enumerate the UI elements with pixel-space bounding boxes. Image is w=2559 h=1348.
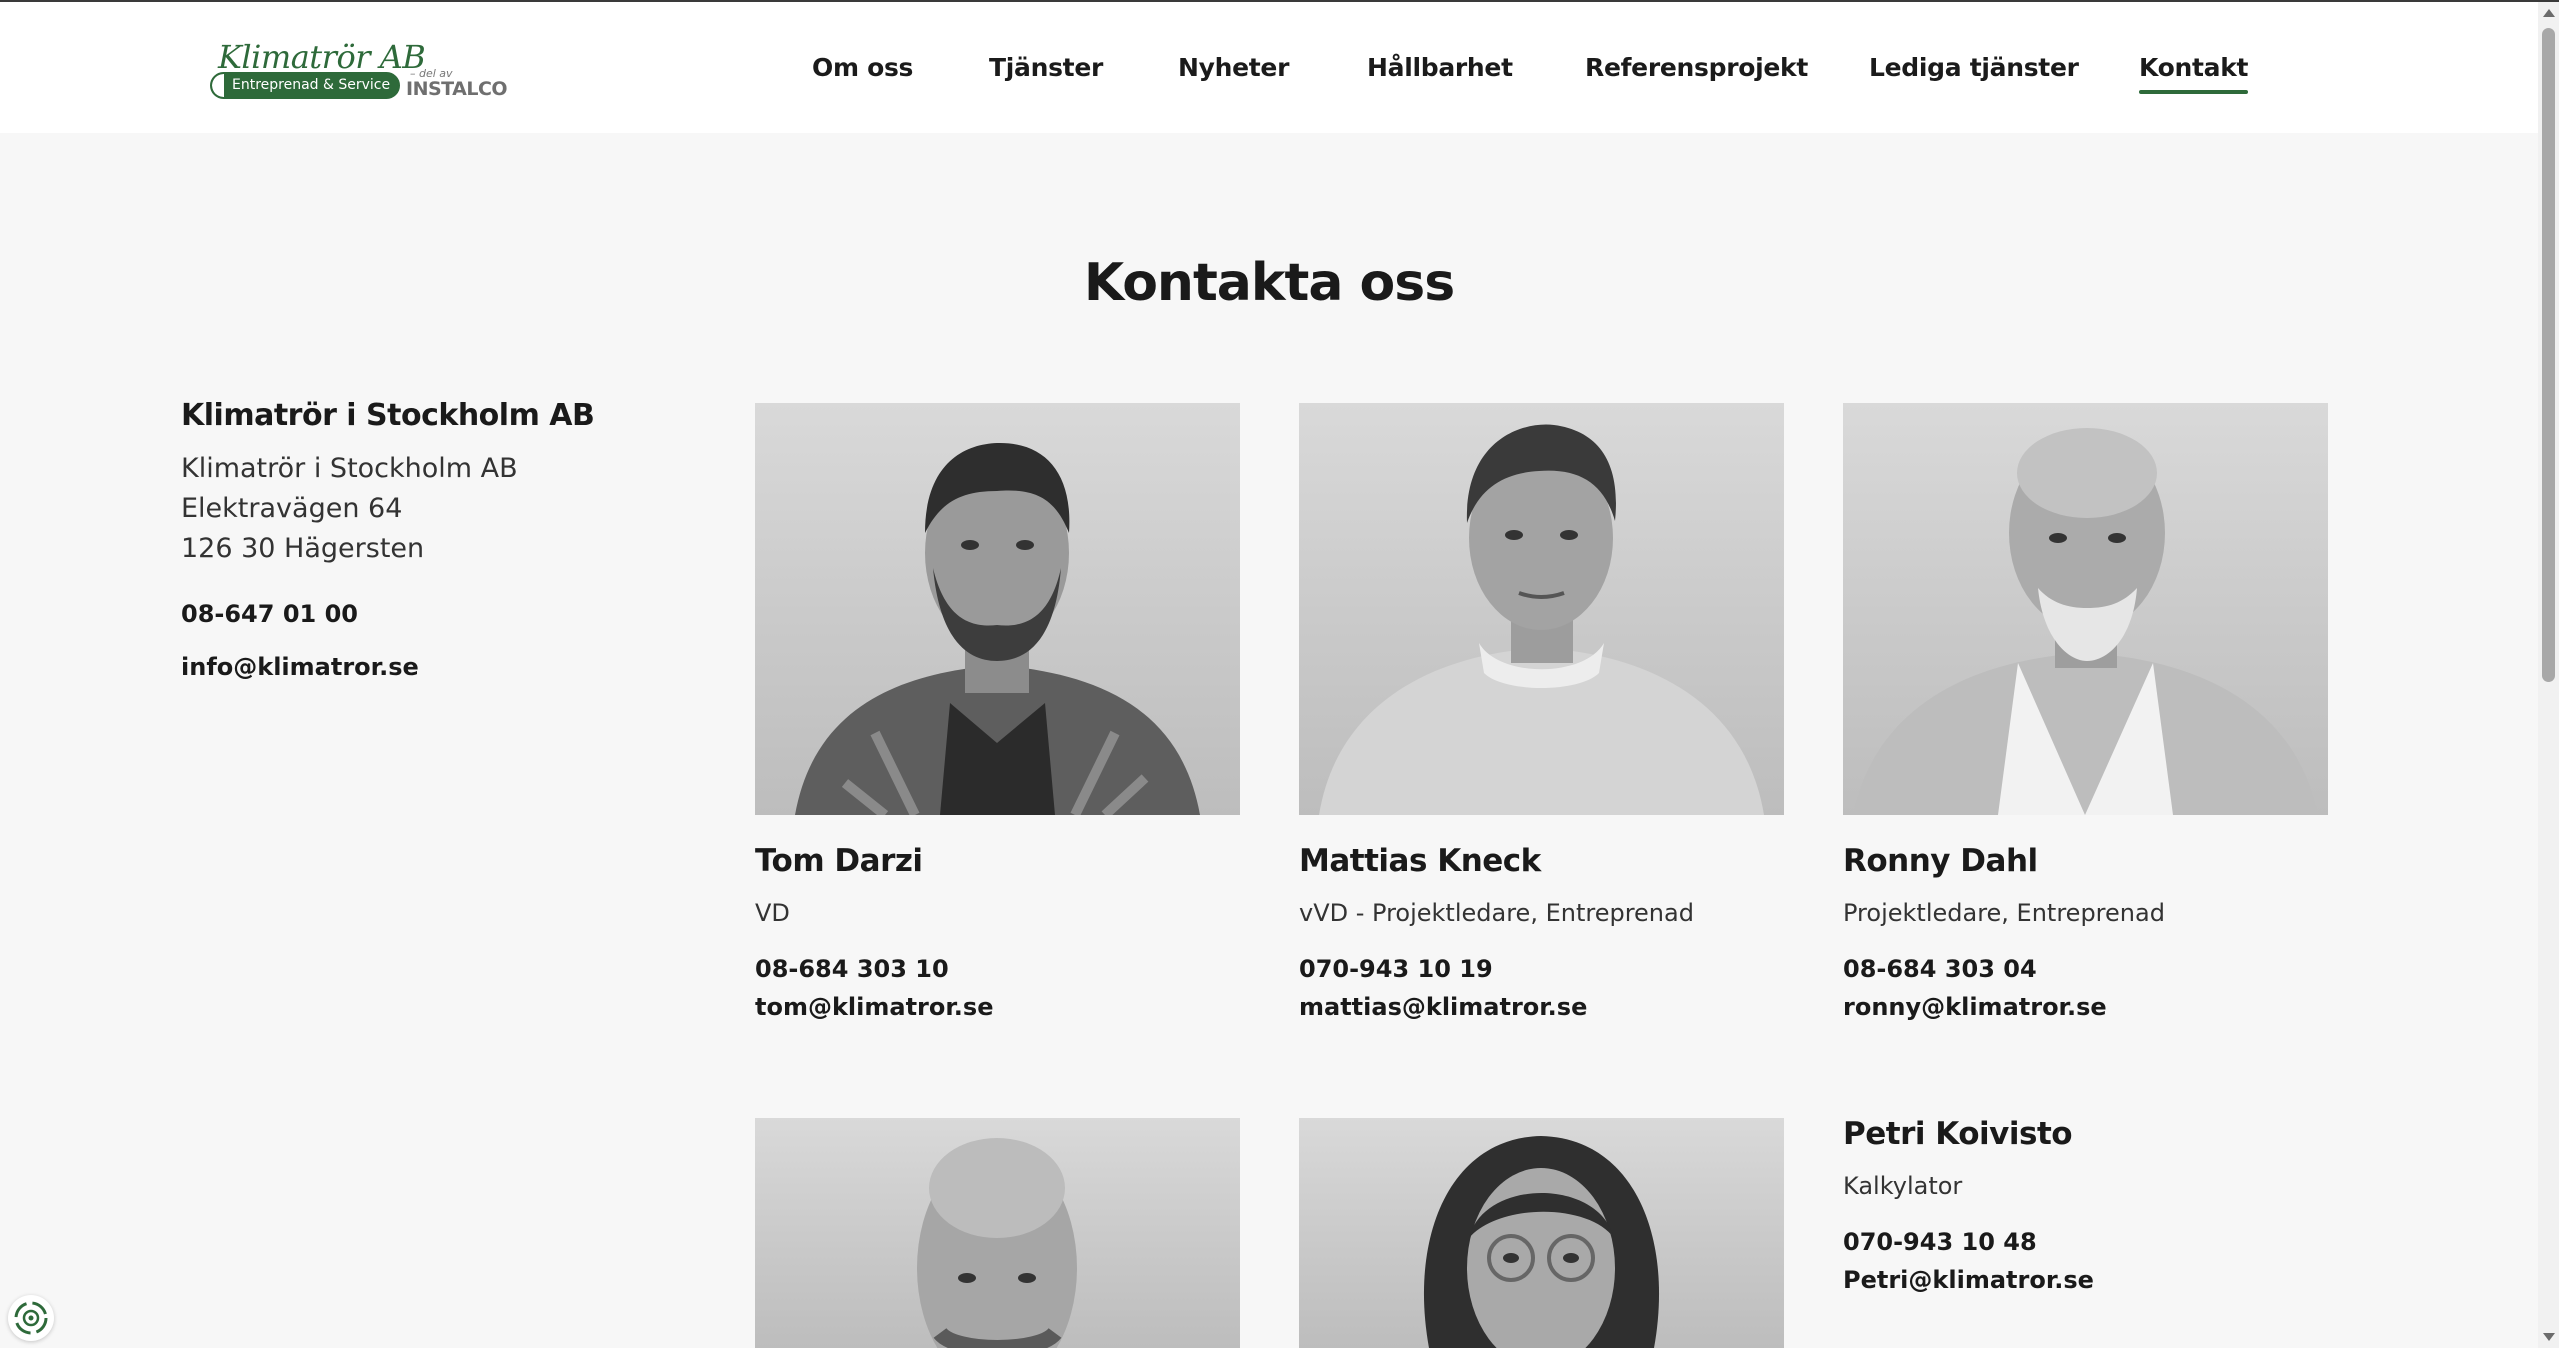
portrait-photo [1299,403,1784,815]
staff-card: Ronny Dahl Projektledare, Entreprenad 08… [1843,403,2328,1021]
portrait-photo [755,1118,1240,1348]
page-title: Kontakta oss [1083,252,1455,313]
staff-name: Mattias Kneck [1299,843,1541,879]
portrait-photo [755,403,1240,815]
company-address-line: Elektravägen 64 [181,493,403,524]
nav-item-tjanster[interactable]: Tjänster [989,53,1103,82]
staff-role: Projektledare, Entreprenad [1843,899,2165,927]
scroll-up-arrow-icon[interactable] [2543,9,2555,17]
staff-card: Mattias Kneck vVD - Projektledare, Entre… [1299,403,1784,1021]
staff-role: Kalkylator [1843,1172,1963,1200]
company-address-line: 126 30 Hägersten [181,533,425,564]
nav-item-hallbarhet[interactable]: Hållbarhet [1367,53,1513,82]
staff-phone-link[interactable]: 070-943 10 19 [1299,955,1784,983]
company-address-line: Klimatrör i Stockholm AB [181,453,518,484]
cookie-settings-icon [14,1301,48,1335]
staff-email-link[interactable]: Petri@klimatror.se [1843,1266,2328,1294]
staff-email-link[interactable]: tom@klimatror.se [755,993,1240,1021]
scrollbar-thumb[interactable] [2542,28,2555,682]
nav-item-kontakt[interactable]: Kontakt [2139,53,2249,94]
company-email-link[interactable]: info@klimatror.se [181,653,701,681]
portrait-photo [1299,1118,1784,1348]
scroll-down-arrow-icon[interactable] [2543,1333,2555,1341]
staff-card: Tom Darzi VD 08-684 303 10 tom@klimatror… [755,403,1240,1021]
staff-email-link[interactable]: mattias@klimatror.se [1299,993,1784,1021]
nav-item-lediga-tjanster[interactable]: Lediga tjänster [1869,53,2079,82]
staff-role: VD [755,899,790,927]
staff-phone-link[interactable]: 08-684 303 04 [1843,955,2328,983]
nav-item-referensprojekt[interactable]: Referensprojekt [1585,53,1808,82]
staff-phone-link[interactable]: 070-943 10 48 [1843,1228,2328,1256]
staff-card: Petri Koivisto Kalkylator 070-943 10 48 … [1843,1116,2328,1294]
staff-name: Tom Darzi [755,843,923,879]
logo-tagline-pill: Entreprenad & Service [210,72,400,99]
staff-card [1299,1118,1784,1348]
nav-item-om-oss[interactable]: Om oss [812,53,913,82]
staff-phone-link[interactable]: 08-684 303 10 [755,955,1240,983]
portrait-photo [1843,403,2328,815]
nav-item-nyheter[interactable]: Nyheter [1178,53,1289,82]
logo-name: Klimatrör AB [218,38,426,76]
logo-partner: INSTALCO [406,78,508,100]
site-logo[interactable]: Klimatrör AB Entreprenad & Service – del… [210,38,508,104]
staff-email-link[interactable]: ronny@klimatror.se [1843,993,2328,1021]
site-header: Klimatrör AB Entreprenad & Service – del… [0,2,2538,133]
company-contact: Klimatrör i Stockholm AB Klimatrör i Sto… [181,398,701,681]
staff-role: vVD - Projektledare, Entreprenad [1299,899,1694,927]
vertical-scrollbar[interactable] [2538,2,2559,1348]
cookie-settings-button[interactable] [8,1295,54,1341]
staff-name: Petri Koivisto [1843,1116,2073,1152]
logo-tagline: Entreprenad & Service [232,77,391,93]
staff-name: Ronny Dahl [1843,843,2038,879]
staff-card [755,1118,1240,1348]
company-phone-link[interactable]: 08-647 01 00 [181,600,701,628]
company-heading: Klimatrör i Stockholm AB [181,398,595,433]
